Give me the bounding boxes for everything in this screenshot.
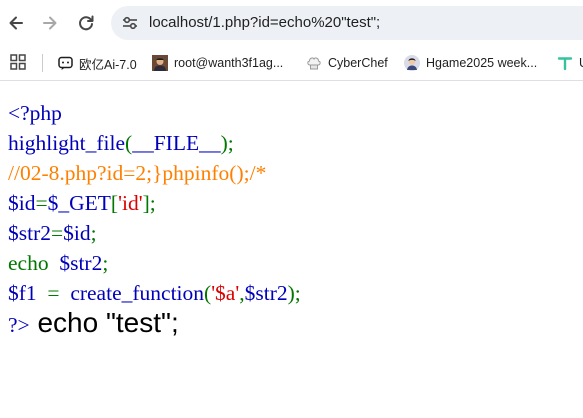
teal-t-icon [557,55,573,71]
source-line-6: echo $str2; [8,248,301,278]
code-token: = [35,191,48,215]
code-token: __FILE__ [132,131,221,155]
avatar-icon [404,55,420,71]
forward-arrow-icon [43,16,57,30]
bookmark-ouyi-ai[interactable]: 欧亿Ai-7.0 [57,53,137,73]
bookmark-label: 欧亿Ai-7.0 [79,57,137,72]
code-token: = [51,221,64,245]
bookmark-label: Hgame2025 week... [426,56,538,70]
code-token: create_function [70,281,205,305]
code-token: $str2 [8,221,51,245]
browser-toolbar: localhost/1.php?id=echo%20"test"; [0,0,583,46]
chef-hat-icon [306,55,322,71]
code-token: ); [287,281,301,305]
code-token: highlight_file [8,131,126,155]
tune-icon [123,16,137,30]
code-token: echo [8,251,60,275]
chat-icon [57,55,73,71]
source-line-5: $str2=$id; [8,218,301,248]
bookmarks-separator [42,54,43,72]
source-line-7: $f1 = create_function('$a',$str2); [8,278,301,308]
source-line-8: ?> echo "test"; [8,308,301,338]
code-token: ?> [8,313,30,337]
code-token: $str2 [244,281,288,305]
site-info-button[interactable] [119,13,141,33]
bookmark-cyberchef[interactable]: CyberChef [306,53,388,73]
back-arrow-icon [9,16,23,30]
url-text[interactable]: localhost/1.php?id=echo%20"test"; [149,14,380,31]
back-button[interactable] [2,9,30,37]
code-token: <?php [8,101,62,125]
bookmark-hgame2025[interactable]: Hgame2025 week... [404,53,537,73]
source-line-4: $id=$_GET['id']; [8,188,301,218]
bookmark-root-wanth3f1ag[interactable]: root@wanth3f1ag... [152,53,283,73]
code-token: $id [8,191,36,215]
apps-grid-icon[interactable] [10,54,26,70]
reload-icon [79,15,94,31]
code-token: //02-8.php?id=2;}phpinfo();/* [8,161,267,185]
bookmark-label: CyberChef [328,56,388,70]
echo-output: echo "test"; [29,307,179,338]
code-token: 'id' [118,191,143,215]
bookmarks-bar: 欧亿Ai-7.0 root@wanth3f1ag... CyberChef Hg… [0,46,583,81]
code-token: '$a' [211,281,240,305]
source-line-2: highlight_file(__FILE__); [8,128,301,158]
code-token: ]; [142,191,156,215]
bookmark-label: U [579,56,583,70]
code-token: = [36,281,71,305]
code-token: $id [63,221,91,245]
source-line-3: //02-8.php?id=2;}phpinfo();/* [8,158,301,188]
bookmark-label: root@wanth3f1ag... [174,56,284,70]
bookmark-u[interactable]: U [557,53,583,73]
code-token: ; [90,221,97,245]
code-token: $str2 [59,251,103,275]
code-token: ); [220,131,234,155]
reload-button[interactable] [72,9,100,37]
code-token: $f1 [8,281,37,305]
source-line-1: <?php [8,98,301,128]
forward-button[interactable] [36,9,64,37]
address-bar[interactable]: localhost/1.php?id=echo%20"test"; [111,6,583,40]
code-token: ; [102,251,109,275]
php-source-code: <?php highlight_file(__FILE__); //02-8.php… [8,98,301,338]
code-token: $_GET [47,191,111,215]
avatar-photo-icon [152,55,168,71]
